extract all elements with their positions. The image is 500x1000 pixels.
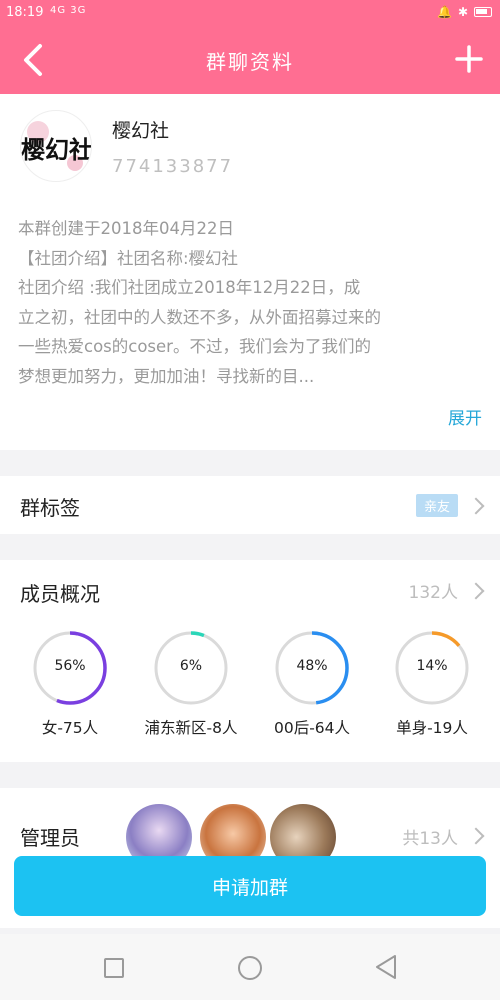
description-line: 社团介绍 :我们社团成立2018年12月22日，成 [18,278,361,297]
status-bar: 18:19 4G 3G 🔔 ✱ [0,0,500,28]
triangle-back-icon[interactable] [374,954,398,980]
member-count: 132人 [408,583,458,603]
plus-icon [455,45,483,73]
tag-badge: 亲友 [415,494,458,517]
navigation-bar [0,934,500,1000]
status-time: 18:19 [6,5,44,20]
group-description: 本群创建于2018年04月22日 【社团介绍】社团名称:樱幻社 社团介绍 :我们… [18,214,482,391]
group-id: 774133877 [112,156,234,177]
member-overview-label: 成员概况 [20,582,100,606]
stat-percent: 6% [179,658,203,674]
group-tag-row[interactable]: 群标签 亲友 [0,476,500,534]
stat-caption: 单身-19人 [396,719,468,737]
group-info-card: 樱幻社 樱幻社 774133877 本群创建于2018年04月22日 【社团介绍… [0,94,500,450]
bluetooth-icon: ✱ [457,5,468,19]
expand-link[interactable]: 展开 [448,404,482,429]
description-line: 本群创建于2018年04月22日 [18,219,234,238]
description-line: 立之初，社团中的人数还不多，从外面招募过来的 [18,307,381,327]
group-name: 樱幻社 [112,120,170,142]
stat-percent: 14% [416,658,448,674]
stat-percent: 56% [54,658,86,674]
top-bar: 18:19 4G 3G 🔔 ✱ 群聊资料 [0,0,500,94]
stat-caption: 00后-64人 [273,719,351,737]
page-title: 群聊资料 [206,50,294,74]
description-line: 一些热爱cos的coser。不过，我们会为了我们的 [18,337,371,356]
stat-percent: 48% [296,658,328,674]
chevron-right-icon [467,497,485,515]
group-tag-label: 群标签 [20,496,80,520]
stat-caption: 浦东新区-8人 [144,719,238,737]
status-right: 🔔 ✱ [437,5,492,19]
admin-label: 管理员 [20,826,80,850]
chevron-right-icon [467,827,485,845]
square-icon[interactable] [104,958,124,978]
group-logo[interactable]: 樱幻社 [20,110,92,182]
battery-icon [474,7,492,17]
logo-text: 樱幻社 [21,134,92,164]
member-overview[interactable]: 成员概况 132人 56% 女-75人 6% 浦东新区-8人 48% 00后-6… [0,560,500,762]
add-button[interactable] [454,44,484,74]
chevron-right-icon [467,582,485,600]
admin-count: 共13人 [402,829,458,849]
description-line: 【社团介绍】社团名称:樱幻社 [18,248,239,268]
bell-icon: 🔔 [436,5,452,19]
signal-indicator: 4G 3G [50,5,87,16]
apply-join-button[interactable]: 申请加群 [14,856,486,916]
description-line: 梦想更加努力，更加加油！寻找新的目... [18,366,315,386]
stat-single: 14% 单身-19人 [372,630,492,750]
circle-icon[interactable] [238,956,262,980]
stat-region: 6% 浦东新区-8人 [131,630,251,750]
stat-gender: 56% 女-75人 [10,630,130,750]
stat-age: 48% 00后-64人 [252,630,372,750]
stat-caption: 女-75人 [41,719,99,737]
